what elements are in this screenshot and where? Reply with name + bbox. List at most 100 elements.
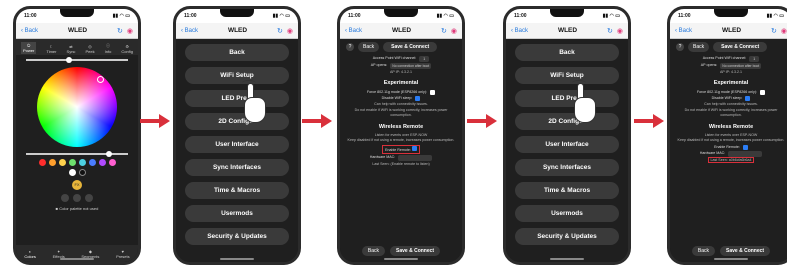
- refresh-icon[interactable]: ↻: [117, 27, 123, 35]
- color-swatch[interactable]: [68, 159, 76, 166]
- nav-icons: ↻ ◉: [607, 27, 623, 35]
- experimental-heading: Experimental: [713, 80, 749, 87]
- refresh-icon[interactable]: ↻: [771, 27, 777, 35]
- color-swatch[interactable]: [98, 159, 106, 166]
- color-swatch[interactable]: [108, 159, 116, 166]
- color-swatch[interactable]: [78, 169, 86, 176]
- color-swatch[interactable]: [78, 159, 86, 166]
- menu-2d-configuration-button[interactable]: 2D Configur: [185, 113, 289, 130]
- back-button[interactable]: Back: [688, 42, 710, 52]
- brightness-slider[interactable]: [26, 57, 128, 63]
- menu-back-button[interactable]: Back: [185, 44, 289, 61]
- tab-config[interactable]: ⚙ Config: [121, 44, 133, 54]
- menu-security-updates-button[interactable]: Security & Updates: [515, 228, 619, 245]
- back-label: Back: [678, 27, 693, 34]
- color-swatch[interactable]: [48, 159, 56, 166]
- menu-sync-interfaces-button[interactable]: Sync Interfaces: [185, 159, 289, 176]
- tab-info[interactable]: ⓘ Info: [105, 43, 112, 54]
- menu-usermods-button[interactable]: Usermods: [515, 205, 619, 222]
- fx-button[interactable]: FX: [72, 180, 82, 190]
- menu-user-interface-button[interactable]: User Interface: [515, 136, 619, 153]
- menu-led-preferences-button[interactable]: LED Prefe: [515, 90, 619, 107]
- wled-icon[interactable]: ◉: [451, 27, 457, 35]
- help-button[interactable]: ?: [676, 43, 684, 51]
- force-g-row: Force 802.11g mode (ESP8266 only):: [346, 90, 456, 95]
- nav-icons: ↻ ◉: [117, 27, 133, 35]
- back-link[interactable]: ‹ Back: [675, 28, 692, 34]
- ap-channel-label: Access Point WiFi channel:: [372, 56, 417, 61]
- back-button[interactable]: Back: [358, 42, 380, 52]
- help-button[interactable]: ?: [346, 43, 354, 51]
- disable-sleep-checkbox[interactable]: [415, 96, 421, 102]
- menu-security-updates-button[interactable]: Security & Updates: [185, 228, 289, 245]
- slider-knob[interactable]: [66, 57, 72, 63]
- save-connect-button[interactable]: Save & Connect: [390, 246, 441, 256]
- tab-effects[interactable]: ✦ Effects: [53, 249, 65, 259]
- ap-opens-select[interactable]: No connection after boot: [720, 63, 762, 69]
- color-swatch[interactable]: [68, 169, 76, 176]
- nav-bar: ‹ Back WLED ↻ ◉: [506, 23, 628, 39]
- save-connect-button[interactable]: Save & Connect: [713, 42, 768, 52]
- menu-2d-configuration-button[interactable]: 2D Configur: [515, 113, 619, 130]
- ap-opens-select[interactable]: No connection after boot: [390, 63, 432, 69]
- menu-user-interface-button[interactable]: User Interface: [185, 136, 289, 153]
- tab-label: Presets: [116, 253, 130, 259]
- menu-time-macros-button[interactable]: Time & Macros: [185, 182, 289, 199]
- tab-presets[interactable]: ♥ Presets: [116, 249, 130, 259]
- tap-hand-icon: [240, 80, 270, 127]
- wled-icon[interactable]: ◉: [287, 27, 293, 35]
- tab-sync[interactable]: ⇄ Sync: [67, 44, 76, 54]
- back-button[interactable]: Back: [691, 246, 716, 256]
- tab-power[interactable]: ⏻ Power: [21, 42, 37, 54]
- enable-remote-checkbox[interactable]: [742, 144, 748, 150]
- force-g-checkbox[interactable]: [430, 89, 436, 95]
- tab-label: Config: [121, 49, 133, 54]
- menu-wifi-setup-button[interactable]: WiFi Setup: [185, 67, 289, 84]
- wled-icon[interactable]: ◉: [617, 27, 623, 35]
- wireless-remote-heading: Wireless Remote: [378, 123, 424, 130]
- ap-channel-input[interactable]: 1: [749, 56, 760, 62]
- disable-sleep-checkbox[interactable]: [745, 96, 751, 102]
- menu-back-button[interactable]: Back: [515, 44, 619, 61]
- tab-timer[interactable]: ☾ Timer: [46, 44, 56, 54]
- refresh-icon[interactable]: ↻: [277, 27, 283, 35]
- force-g-checkbox[interactable]: [760, 89, 766, 95]
- tab-label: Colors: [24, 253, 36, 259]
- menu-sync-interfaces-button[interactable]: Sync Interfaces: [515, 159, 619, 176]
- menu-wifi-setup-button[interactable]: WiFi Setup: [515, 67, 619, 84]
- screen: 11:00 ▮▮ ◠ ▭ ‹ Back WLED ↻ ◉ Back WiFi Se…: [506, 9, 628, 262]
- tab-colors[interactable]: ◐ Colors: [24, 249, 36, 259]
- back-button[interactable]: Back: [361, 246, 386, 256]
- color-swatch[interactable]: [88, 159, 96, 166]
- back-link[interactable]: ‹ Back: [345, 28, 362, 34]
- slot-button[interactable]: [85, 194, 93, 202]
- menu-led-preferences-button[interactable]: LED Prefe: [185, 90, 289, 107]
- menu-time-macros-button[interactable]: Time & Macros: [515, 182, 619, 199]
- wled-icon[interactable]: ◉: [127, 27, 133, 35]
- ap-channel-row: Access Point WiFi channel: 1: [346, 56, 456, 62]
- tab-peek[interactable]: ◎ Peek: [85, 44, 94, 54]
- tab-segments[interactable]: ◆ Segments: [81, 249, 99, 259]
- ap-channel-input[interactable]: 1: [419, 56, 430, 62]
- white-slider[interactable]: [26, 151, 128, 157]
- color-swatch[interactable]: [38, 159, 46, 166]
- back-link[interactable]: ‹ Back: [21, 28, 38, 34]
- color-picker-handle[interactable]: [97, 76, 104, 83]
- enable-remote-checkbox[interactable]: [411, 145, 417, 151]
- nav-icons: ↻ ◉: [771, 27, 787, 35]
- save-connect-button[interactable]: Save & Connect: [383, 42, 438, 52]
- back-link[interactable]: ‹ Back: [181, 28, 198, 34]
- save-connect-button[interactable]: Save & Connect: [720, 246, 771, 256]
- hardware-mac-input[interactable]: [728, 151, 763, 158]
- slot-button[interactable]: [73, 194, 81, 202]
- slider-knob[interactable]: [106, 151, 112, 157]
- color-wheel[interactable]: [37, 67, 117, 147]
- wled-icon[interactable]: ◉: [781, 27, 787, 35]
- hardware-mac-input[interactable]: [398, 155, 433, 162]
- refresh-icon[interactable]: ↻: [607, 27, 613, 35]
- back-link[interactable]: ‹ Back: [511, 28, 528, 34]
- refresh-icon[interactable]: ↻: [441, 27, 447, 35]
- color-swatch[interactable]: [58, 159, 66, 166]
- slot-button[interactable]: [61, 194, 69, 202]
- menu-usermods-button[interactable]: Usermods: [185, 205, 289, 222]
